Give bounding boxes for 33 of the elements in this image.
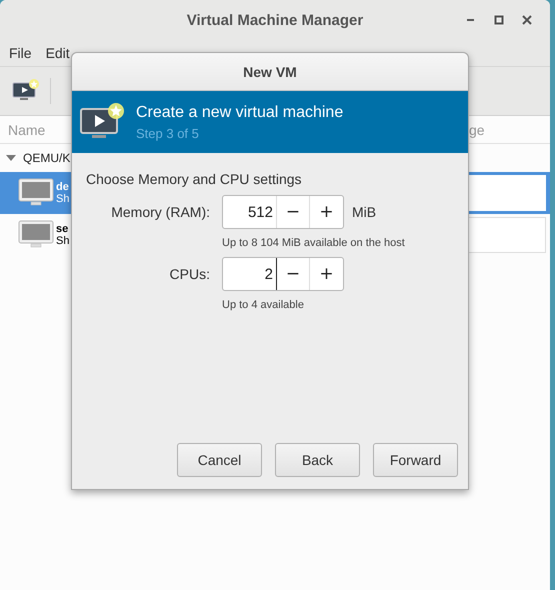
spin-field[interactable]: 2 <box>223 258 277 290</box>
spin-field[interactable]: 512 <box>223 196 277 228</box>
field-label: Memory (RAM): <box>110 204 210 220</box>
vm-name: de <box>56 181 69 193</box>
field-label: CPUs: <box>168 266 210 282</box>
connection-label: QEMU/K <box>23 151 70 165</box>
vm-name: se <box>56 223 68 235</box>
vm-status: Sh <box>56 193 70 205</box>
wizard-step: Step 3 of 5 <box>136 126 344 140</box>
dialog-button[interactable]: Back <box>275 443 360 477</box>
close-icon[interactable] <box>522 15 532 25</box>
dialog-button[interactable]: Cancel <box>177 443 262 477</box>
wizard-title: Create a new virtual machine <box>136 104 344 122</box>
decrement-button[interactable]: − <box>277 258 310 290</box>
hint-text: Up to 4 available <box>222 299 305 311</box>
increment-button[interactable]: + <box>310 258 343 290</box>
expander-icon[interactable] <box>6 154 16 162</box>
unit-label: MiB <box>352 204 376 220</box>
monitor-icon <box>18 178 54 208</box>
minimize-icon[interactable] <box>466 18 476 22</box>
menu-item[interactable]: Edit <box>46 45 70 61</box>
dialog-title: New VM <box>243 64 297 80</box>
increment-button[interactable]: + <box>310 196 343 228</box>
window-title: Virtual Machine Manager <box>186 12 364 28</box>
new-vm-icon[interactable] <box>12 79 40 103</box>
decrement-button[interactable]: − <box>277 196 310 228</box>
section-title: Choose Memory and CPU settings <box>86 171 303 187</box>
vm-status: Sh <box>56 235 70 247</box>
maximize-icon[interactable] <box>494 15 504 25</box>
dialog-button[interactable]: Forward <box>373 443 458 477</box>
monitor-icon <box>18 220 54 250</box>
hint-text: Up to 8 104 MiB available on the host <box>222 237 406 249</box>
menu-item[interactable]: File <box>9 45 32 61</box>
